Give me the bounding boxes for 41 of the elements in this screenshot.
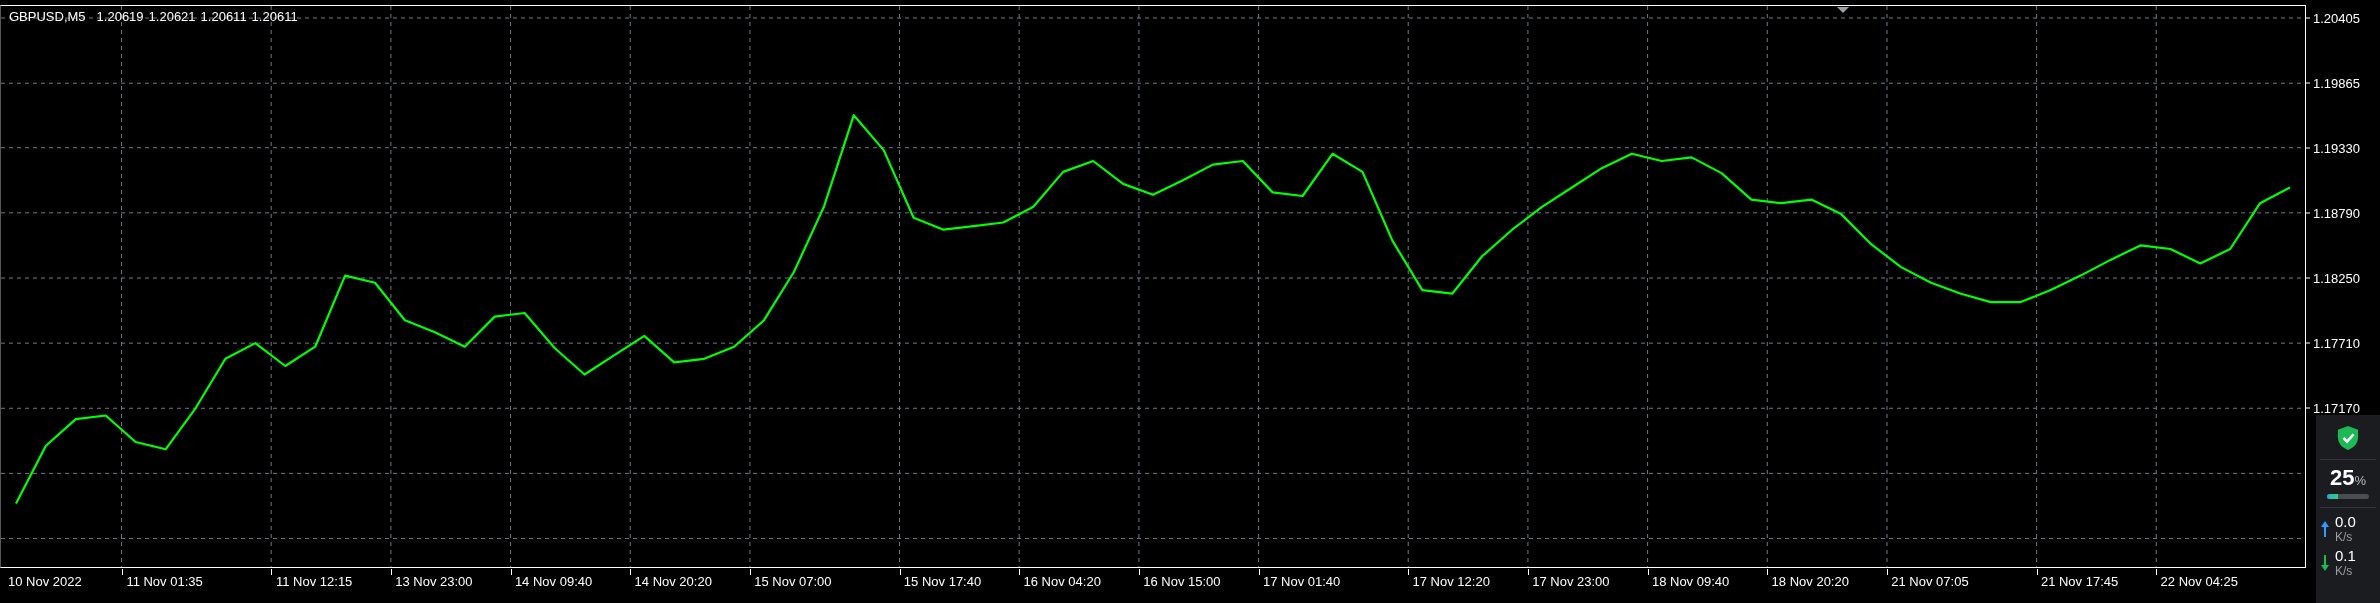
time-label: 18 Nov 20:20 xyxy=(1771,574,1849,589)
time-label: 18 Nov 09:40 xyxy=(1651,574,1730,589)
price-value: 1.20619 xyxy=(96,9,144,24)
time-label: 14 Nov 09:40 xyxy=(514,574,593,589)
percent-value: 25 xyxy=(2329,466,2355,490)
time-label: 16 Nov 15:00 xyxy=(1143,574,1221,589)
time-label: 15 Nov 17:40 xyxy=(903,574,982,589)
time-label: 13 Nov 23:00 xyxy=(395,574,473,589)
time-label: 17 Nov 01:40 xyxy=(1262,574,1341,589)
time-label: 21 Nov 17:45 xyxy=(2040,574,2119,589)
triangle-icon xyxy=(1837,7,1849,13)
price-label: 1.20405 xyxy=(2313,10,2360,26)
price-label: 1.18790 xyxy=(2313,205,2360,221)
time-label: 15 Nov 07:00 xyxy=(754,574,832,589)
time-label: 16 Nov 04:20 xyxy=(1023,574,1101,589)
up-arrow-icon xyxy=(2321,521,2329,537)
price-value: 1.20621 xyxy=(148,9,196,24)
time-label: 11 Nov 01:35 xyxy=(126,574,203,589)
shield-check-icon xyxy=(2337,425,2359,451)
rate-unit: K/s xyxy=(2335,530,2354,544)
price-value: 1.20611 xyxy=(200,9,247,24)
usage-bar xyxy=(2327,494,2369,499)
rate-value: 0.1 xyxy=(2335,548,2356,564)
price-label: 1.17170 xyxy=(2313,400,2360,416)
time-label: 17 Nov 12:20 xyxy=(1412,574,1490,589)
price-label: 1.18250 xyxy=(2313,270,2360,286)
time-label: 14 Nov 20:20 xyxy=(634,574,712,589)
down-arrow-icon xyxy=(2321,555,2329,571)
symbol-label: GBPUSD,M5 xyxy=(9,9,86,24)
price-label: 1.19330 xyxy=(2313,140,2360,156)
time-label: 10 Nov 2022 xyxy=(8,574,82,589)
price-label: 1.19865 xyxy=(2313,75,2360,91)
time-label: 17 Nov 23:00 xyxy=(1532,574,1610,589)
rate-value: 0.0 xyxy=(2335,514,2356,530)
percent-sign: % xyxy=(2354,473,2366,488)
price-value: 1.20611 xyxy=(251,9,298,24)
time-label: 22 Nov 04:25 xyxy=(2160,574,2238,589)
time-label: 11 Nov 12:15 xyxy=(276,574,353,589)
price-label: 1.17710 xyxy=(2313,335,2360,351)
rate-unit: K/s xyxy=(2335,564,2354,578)
time-label: 21 Nov 07:05 xyxy=(1891,574,1969,589)
